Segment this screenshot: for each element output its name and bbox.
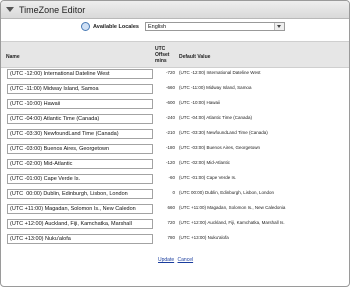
action-links: Update Cancel <box>158 257 195 263</box>
utc-offset-value: -120 <box>165 160 175 165</box>
table-row: 780 (UTC +13:00) Nuku'alofa <box>1 233 349 245</box>
locale-selector-row: Available Locales English <box>81 22 285 31</box>
table-row: 720 (UTC +12:00) Auckland, Fiji, Kamchatk… <box>1 218 349 230</box>
default-value-text: (UTC -04:00) Atlantic Time (Canada) <box>179 115 253 120</box>
default-value-text: (UTC -02:00) Mid-Atlantic <box>179 160 231 165</box>
panel-header[interactable]: TimeZone Editor <box>1 1 349 19</box>
column-header-name: Name <box>6 54 20 60</box>
utc-offset-value: -210 <box>165 130 175 135</box>
locale-selected-value: English <box>147 24 167 30</box>
utc-offset-value: -600 <box>165 100 175 105</box>
utc-offset-value: -660 <box>165 85 175 90</box>
timezone-name-input[interactable] <box>7 99 153 109</box>
column-header-offset: UTC Offset mins <box>155 46 170 64</box>
timezone-name-input[interactable] <box>7 129 153 139</box>
table-row: -180 (UTC -03:00) Buenos Aires, Georgetow… <box>1 143 349 155</box>
timezone-name-input[interactable] <box>7 234 153 244</box>
table-row: -660 (UTC -11:00) Midway Island, Samoa <box>1 83 349 95</box>
locale-select[interactable]: English <box>144 22 285 31</box>
default-value-text: (UTC -12:00) International Dateline West <box>179 70 261 75</box>
timezone-name-input[interactable] <box>7 159 153 169</box>
timezone-name-input[interactable] <box>7 84 153 94</box>
default-value-text: (UTC 00:00) Dublin, Edinburgh, Lisbon, L… <box>179 190 275 195</box>
default-value-text: (UTC +11:00) Magadan, Solomon Is., New C… <box>179 205 286 210</box>
default-value-text: (UTC -03:30) NewfoundLand Time (Canada) <box>179 130 268 135</box>
globe-icon <box>81 22 90 31</box>
cancel-link[interactable]: Cancel <box>178 257 194 263</box>
default-value-text: (UTC -10:00) Hawaii <box>179 100 221 105</box>
default-value-text: (UTC +13:00) Nuku'alofa <box>179 235 229 240</box>
collapse-icon[interactable] <box>6 7 14 12</box>
timezone-editor-panel: TimeZone Editor Available Locales Englis… <box>0 0 350 287</box>
utc-offset-value: -240 <box>165 115 175 120</box>
timezone-name-input[interactable] <box>7 219 153 229</box>
table-row: -210 (UTC -03:30) NewfoundLand Time (Cana… <box>1 128 349 140</box>
table-row: -120 (UTC -02:00) Mid-Atlantic <box>1 158 349 170</box>
table-row: -240 (UTC -04:00) Atlantic Time (Canada) <box>1 113 349 125</box>
utc-offset-value: -60 <box>168 175 175 180</box>
default-value-text: (UTC -01:00) Cape Verde Is. <box>179 175 237 180</box>
timezone-name-input[interactable] <box>7 174 153 184</box>
default-value-text: (UTC +12:00) Auckland, Fiji, Kamchatka, … <box>179 220 285 225</box>
timezone-name-input[interactable] <box>7 114 153 124</box>
timezone-name-input[interactable] <box>7 69 153 79</box>
utc-offset-value: 660 <box>167 205 175 210</box>
update-link[interactable]: Update <box>158 257 174 263</box>
timezone-name-input[interactable] <box>7 144 153 154</box>
chevron-down-icon[interactable] <box>273 23 284 30</box>
table-row: 0 (UTC 00:00) Dublin, Edinburgh, Lisbon, … <box>1 188 349 200</box>
timezone-name-input[interactable] <box>7 189 153 199</box>
table-row: 660 (UTC +11:00) Magadan, Solomon Is., Ne… <box>1 203 349 215</box>
utc-offset-value: -180 <box>165 145 175 150</box>
utc-offset-value: 720 <box>167 220 175 225</box>
locale-label: Available Locales <box>93 23 139 30</box>
utc-offset-value: 780 <box>167 235 175 240</box>
table-header: Name UTC Offset mins Default Value <box>1 41 349 68</box>
default-value-text: (UTC -03:00) Buenos Aires, Georgetown <box>179 145 261 150</box>
table-row: -600 (UTC -10:00) Hawaii <box>1 98 349 110</box>
utc-offset-value: -720 <box>165 70 175 75</box>
table-row: -720 (UTC -12:00) International Dateline … <box>1 68 349 80</box>
default-value-text: (UTC -11:00) Midway Island, Samoa <box>179 85 252 90</box>
table-row: -60 (UTC -01:00) Cape Verde Is. <box>1 173 349 185</box>
panel-title: TimeZone Editor <box>19 4 86 15</box>
utc-offset-value: 0 <box>172 190 175 195</box>
timezone-name-input[interactable] <box>7 204 153 214</box>
column-header-default: Default Value <box>179 54 211 60</box>
